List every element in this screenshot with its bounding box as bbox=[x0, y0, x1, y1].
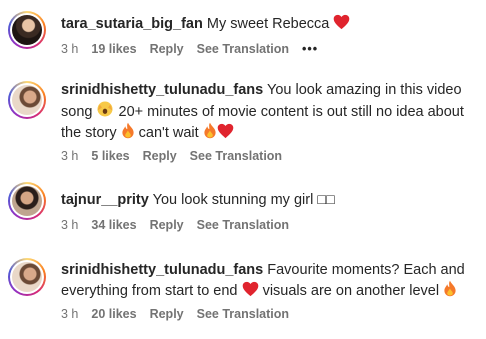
comment-item: srinidhishetty_tulunadu_fans You look am… bbox=[0, 70, 486, 170]
avatar[interactable] bbox=[8, 182, 46, 220]
avatar-photo bbox=[12, 15, 42, 45]
avatar-photo bbox=[12, 85, 42, 115]
fire-icon bbox=[122, 122, 134, 139]
comment-text: visuals are on another level bbox=[262, 283, 440, 299]
comment-time: 3 h bbox=[61, 42, 79, 56]
comment-time: 3 h bbox=[61, 218, 79, 232]
avatar-photo bbox=[12, 262, 42, 292]
comment-text: can't wait bbox=[138, 125, 199, 141]
reply-button[interactable]: Reply bbox=[150, 307, 184, 321]
comment-likes[interactable]: 34 likes bbox=[91, 218, 136, 232]
avatar[interactable] bbox=[8, 11, 46, 49]
comment-item: tara_sutaria_big_fan My sweet Rebecca 3 … bbox=[0, 0, 486, 70]
comment-username[interactable]: tajnur__prity bbox=[61, 192, 149, 208]
avatar[interactable] bbox=[8, 81, 46, 119]
comment-item: srinidhishetty_tulunadu_fans Favourite m… bbox=[0, 252, 486, 339]
see-translation-button[interactable]: See Translation bbox=[190, 149, 282, 163]
avatar[interactable] bbox=[8, 258, 46, 296]
see-translation-button[interactable]: See Translation bbox=[197, 307, 289, 321]
comment-likes[interactable]: 5 likes bbox=[91, 149, 129, 163]
red-heart-icon bbox=[334, 14, 350, 30]
comment-meta: 3 h 34 likes Reply See Translation bbox=[61, 218, 302, 232]
fire-icon bbox=[204, 122, 216, 139]
comment-likes[interactable]: 20 likes bbox=[91, 307, 136, 321]
comment-likes[interactable]: 19 likes bbox=[91, 42, 136, 56]
avatar-photo bbox=[12, 186, 42, 216]
reply-button[interactable]: Reply bbox=[150, 42, 184, 56]
comment-meta: 3 h 20 likes Reply See Translation bbox=[61, 307, 302, 321]
comment-username[interactable]: srinidhishetty_tulunadu_fans bbox=[61, 262, 263, 278]
comment-time: 3 h bbox=[61, 149, 79, 163]
reply-button[interactable]: Reply bbox=[143, 149, 177, 163]
red-heart-icon bbox=[217, 123, 233, 139]
comment-username[interactable]: tara_sutaria_big_fan bbox=[61, 16, 203, 32]
fire-icon bbox=[444, 280, 456, 297]
hands-face-icon bbox=[97, 101, 113, 117]
see-translation-button[interactable]: See Translation bbox=[197, 42, 289, 56]
reply-button[interactable]: Reply bbox=[150, 218, 184, 232]
comment-text: You look stunning my girl □□ bbox=[152, 192, 335, 208]
comment-item: tajnur__prity You look stunning my girl … bbox=[0, 180, 486, 245]
more-options-icon[interactable]: ••• bbox=[302, 42, 318, 56]
comment-text: My sweet Rebecca bbox=[206, 16, 330, 32]
comment-meta: 3 h 5 likes Reply See Translation bbox=[61, 149, 295, 163]
comment-time: 3 h bbox=[61, 307, 79, 321]
comment-meta: 3 h 19 likes Reply See Translation ••• bbox=[61, 42, 331, 56]
see-translation-button[interactable]: See Translation bbox=[197, 218, 289, 232]
red-heart-icon bbox=[242, 281, 258, 297]
comment-username[interactable]: srinidhishetty_tulunadu_fans bbox=[61, 82, 263, 98]
